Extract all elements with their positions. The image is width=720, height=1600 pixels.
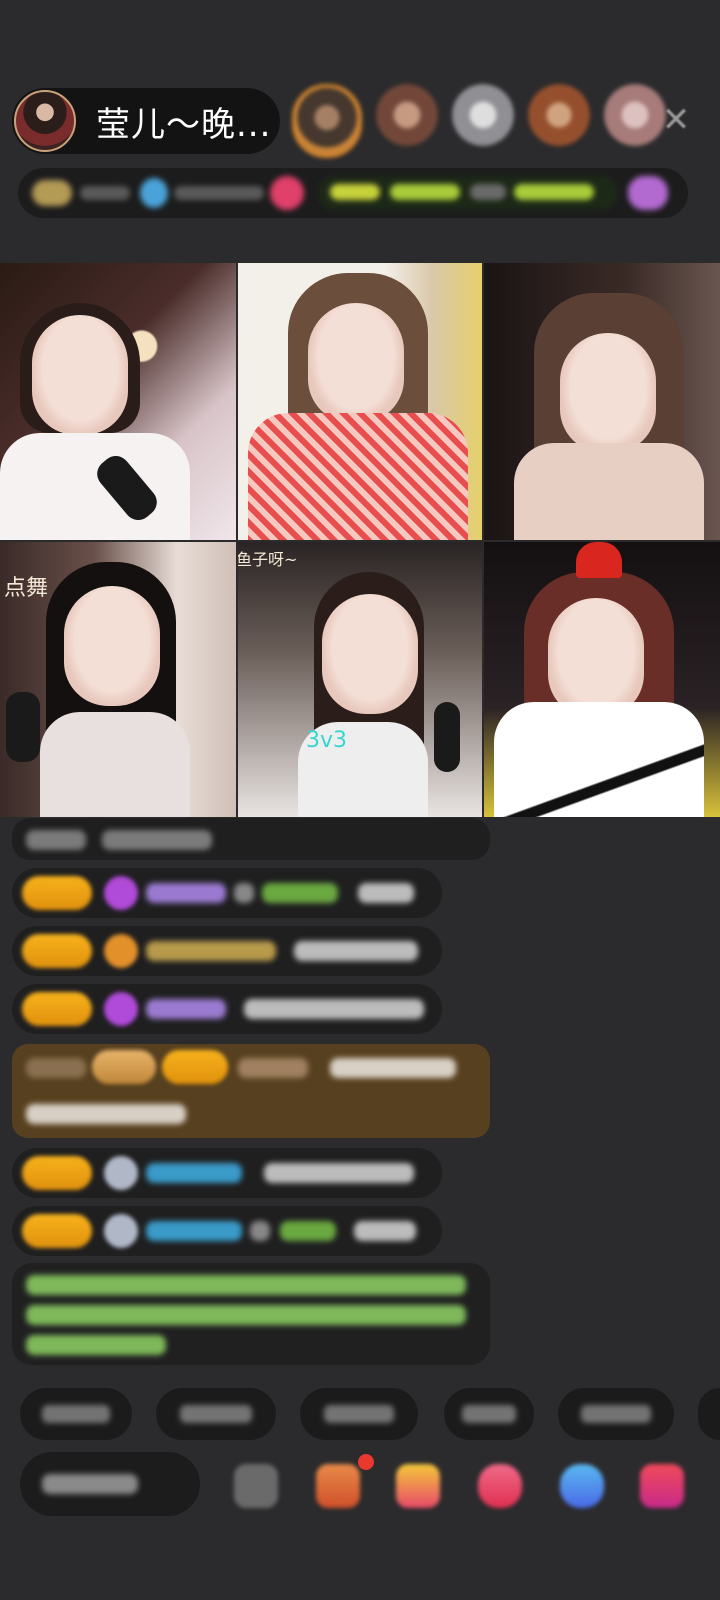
quick-reply-chip[interactable] bbox=[444, 1388, 534, 1440]
close-icon[interactable]: ✕ bbox=[656, 100, 696, 140]
badge-text bbox=[174, 186, 264, 200]
video-tile[interactable]: 鱼子呀~ 3v3 bbox=[238, 542, 482, 817]
quick-reply-chip[interactable] bbox=[698, 1388, 720, 1440]
chat-input[interactable] bbox=[20, 1452, 200, 1516]
chat-message[interactable] bbox=[12, 818, 490, 860]
room-info-bar[interactable] bbox=[18, 168, 688, 218]
chat-message[interactable] bbox=[12, 868, 442, 918]
more-icon[interactable] bbox=[628, 176, 668, 210]
host-avatar[interactable] bbox=[14, 90, 76, 152]
tile-overlay-text: 点舞 bbox=[4, 576, 49, 601]
host-info-pill[interactable]: 莹儿～晚... bbox=[12, 88, 280, 154]
host-name: 莹儿～晚... bbox=[96, 104, 272, 145]
santa-hat-icon bbox=[576, 542, 622, 578]
treasure-icon[interactable] bbox=[396, 1464, 440, 1508]
heart-icon bbox=[270, 176, 304, 210]
tile-overlay-text: 鱼子呀~ bbox=[238, 550, 298, 569]
gift-message[interactable] bbox=[12, 1044, 490, 1138]
viewer-avatar[interactable] bbox=[452, 84, 514, 146]
system-notice bbox=[12, 1263, 490, 1365]
viewer-avatar[interactable] bbox=[376, 84, 438, 146]
marquee-text bbox=[390, 184, 460, 200]
viewer-avatar[interactable] bbox=[528, 84, 590, 146]
quick-reply-chip[interactable] bbox=[300, 1388, 418, 1440]
pk-mode-label: 3v3 bbox=[306, 728, 348, 753]
share-icon[interactable] bbox=[234, 1464, 278, 1508]
gift-box-icon[interactable] bbox=[316, 1464, 360, 1508]
badge-icon bbox=[140, 178, 168, 208]
video-tile[interactable] bbox=[0, 263, 236, 540]
chat-message[interactable] bbox=[12, 1148, 442, 1198]
rank-icon bbox=[32, 180, 72, 206]
chat-message[interactable] bbox=[12, 984, 442, 1034]
chat-message[interactable] bbox=[12, 926, 442, 976]
quick-reply-chip[interactable] bbox=[20, 1388, 132, 1440]
game-icon[interactable] bbox=[478, 1464, 522, 1508]
video-tile[interactable] bbox=[238, 263, 482, 540]
marquee-text bbox=[470, 184, 506, 200]
chat-message[interactable] bbox=[12, 1206, 442, 1256]
rank-text bbox=[80, 186, 130, 200]
marquee-text bbox=[330, 184, 380, 200]
video-tile[interactable] bbox=[484, 542, 720, 817]
viewer-avatar[interactable] bbox=[292, 84, 362, 158]
top-viewer-list bbox=[292, 84, 666, 158]
chat-bubble-icon[interactable] bbox=[560, 1464, 604, 1508]
video-grid: 点舞 鱼子呀~ 3v3 bbox=[0, 263, 720, 817]
quick-reply-chip[interactable] bbox=[156, 1388, 276, 1440]
gift-icon[interactable] bbox=[640, 1464, 684, 1508]
notification-dot bbox=[358, 1454, 374, 1470]
marquee-text bbox=[514, 184, 594, 200]
video-tile[interactable]: 点舞 bbox=[0, 542, 236, 817]
video-tile[interactable] bbox=[484, 263, 720, 540]
quick-reply-chip[interactable] bbox=[558, 1388, 674, 1440]
